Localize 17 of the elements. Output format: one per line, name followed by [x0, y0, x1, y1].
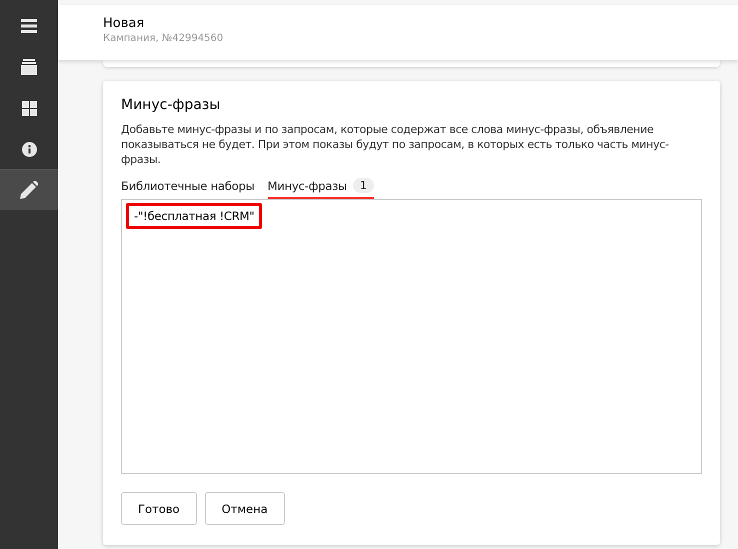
cancel-button[interactable]: Отмена	[204, 492, 285, 525]
card-title: Минус-фразы	[121, 97, 222, 113]
menu-icon	[21, 19, 37, 33]
tab[interactable]: Библиотечные наборы	[121, 178, 254, 199]
phrases-field[interactable]: -"!бесплатная !CRM"	[121, 199, 702, 474]
card-description: Добавьте минус-фразы и по запросам, которые содержат все слова минус-фразы, объявление показываться не будет. При этом показы будут по запросам, в которых есть только часть минус-фразы.	[121, 122, 670, 167]
campaign-subtitle: Кампания, №42994560	[103, 33, 224, 44]
count-badge: 1	[352, 178, 374, 193]
campaign-title: Новая	[103, 16, 146, 31]
tab[interactable]: Минус-фразы 1	[268, 178, 374, 199]
pencil-icon	[20, 181, 38, 199]
stack-icon	[21, 59, 37, 75]
grid-icon	[22, 100, 36, 116]
info-icon	[22, 142, 36, 156]
done-button[interactable]: Готово	[121, 492, 197, 525]
sidebar-item[interactable]	[0, 169, 58, 210]
highlighted-phrase: -"!бесплатная !CRM"	[126, 203, 262, 229]
